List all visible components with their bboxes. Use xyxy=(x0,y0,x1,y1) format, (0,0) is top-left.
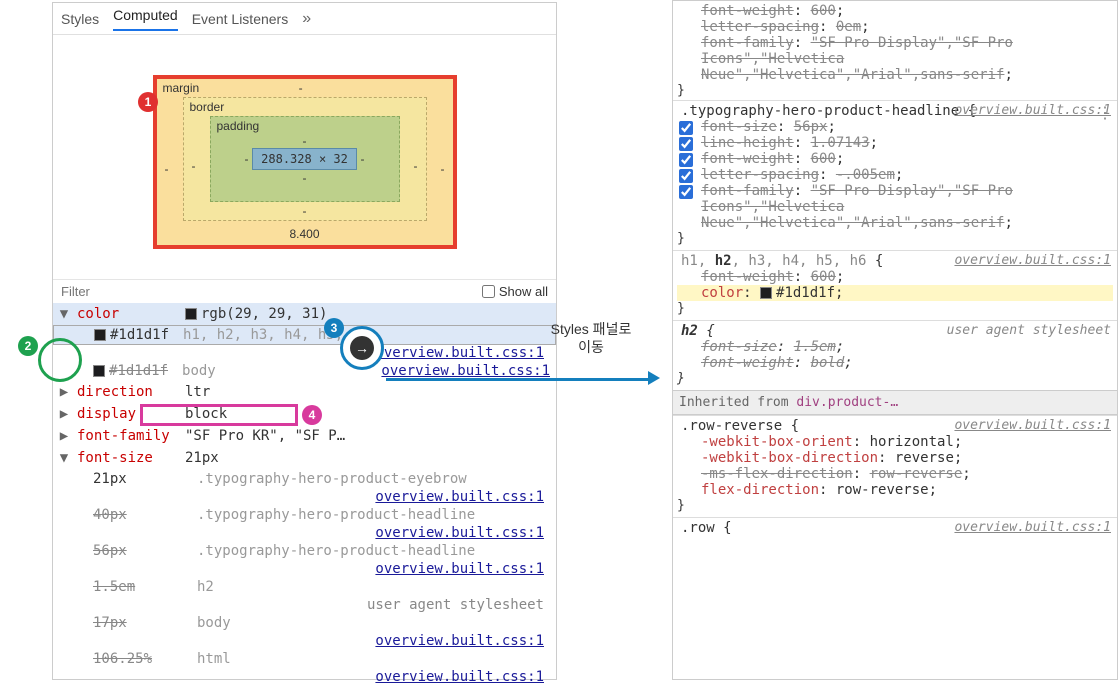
css-declaration[interactable]: letter-spacing: -.005em; xyxy=(677,167,1113,183)
ua-stylesheet-label: user agent stylesheet xyxy=(947,323,1111,338)
source-link[interactable]: overview.built.css:1 xyxy=(954,418,1111,433)
source-link[interactable]: overview.built.css:1 xyxy=(381,363,556,379)
css-declaration[interactable]: color: #1d1d1f; xyxy=(677,285,1113,301)
css-declaration[interactable]: font-size: 1.5em; xyxy=(677,339,1113,355)
css-declaration[interactable]: font-weight: 600; xyxy=(677,3,1113,19)
annotation-2: 2 xyxy=(18,336,38,356)
rule-row[interactable]: overview.built.css:1 .row { xyxy=(673,517,1117,540)
decl-toggle[interactable] xyxy=(679,185,693,199)
annotation-3: 3 xyxy=(324,318,344,338)
expand-icon[interactable]: ▼ xyxy=(53,450,75,466)
color-source-headings[interactable]: #1d1d1f h1, h2, h3, h4, h5, h6 xyxy=(53,325,556,345)
elements-subtabs: Styles Computed Event Listeners » xyxy=(53,3,556,35)
css-declaration[interactable]: -webkit-box-orient: horizontal; xyxy=(677,434,1113,450)
css-declaration[interactable]: font-family: "SF Pro Display","SF Pro Ic… xyxy=(677,183,1113,231)
font-size-source[interactable]: 106.25% html xyxy=(53,649,556,669)
decl-toggle[interactable] xyxy=(679,169,693,183)
css-declaration[interactable]: font-size: 56px; xyxy=(677,119,1113,135)
filter-input[interactable] xyxy=(61,284,474,299)
prop-font-size[interactable]: ▼ font-size 21px xyxy=(53,447,556,469)
source-link[interactable]: overview.built.css:1 xyxy=(954,103,1111,118)
font-size-source[interactable]: 1.5em h2 xyxy=(53,577,556,597)
prop-font-family[interactable]: ▶ font-family "SF Pro KR", "SF P… xyxy=(53,425,556,447)
css-declaration[interactable]: font-weight: 600; xyxy=(677,151,1113,167)
prop-direction[interactable]: ▶ direction ltr xyxy=(53,381,556,403)
rule-row-reverse[interactable]: overview.built.css:1 .row-reverse { -web… xyxy=(673,415,1117,517)
box-model-padding: padding - - 288.328 × 32 - - xyxy=(210,116,400,202)
box-model-border: border - - padding - - 288.328 × 32 - - xyxy=(183,97,427,221)
decl-toggle[interactable] xyxy=(679,137,693,151)
rule-truncated: font-weight: 600;letter-spacing: 0em;fon… xyxy=(673,1,1117,100)
box-model-content-size: 288.328 × 32 xyxy=(252,148,357,170)
annotation-4-box xyxy=(140,404,298,426)
inherited-element-link[interactable]: div.product-… xyxy=(796,395,898,410)
expand-icon[interactable]: ▼ xyxy=(53,306,75,322)
inherited-from-label: Inherited from div.product-… xyxy=(673,390,1117,415)
rule-headings[interactable]: overview.built.css:1 h1, h2, h3, h4, h5,… xyxy=(673,250,1117,320)
css-declaration[interactable]: flex-direction: row-reverse; xyxy=(677,482,1113,498)
css-declaration[interactable]: letter-spacing: 0em; xyxy=(677,19,1113,35)
box-model-diagram: margin - - - border - - padding - - 288 xyxy=(53,35,556,279)
source-link[interactable]: overview.built.css:1 xyxy=(954,253,1111,268)
tabs-more-icon[interactable]: » xyxy=(302,10,311,28)
decl-toggle[interactable] xyxy=(679,153,693,167)
css-declaration[interactable]: -ms-flex-direction: row-reverse; xyxy=(677,466,1113,482)
annotation-4: 4 xyxy=(302,405,322,425)
margin-bottom-value: 8.400 xyxy=(289,227,319,241)
margin-label: margin xyxy=(163,81,200,95)
expand-icon[interactable]: ▶ xyxy=(53,406,75,422)
border-label: border xyxy=(190,100,225,114)
font-size-source[interactable]: 17px body xyxy=(53,613,556,633)
rule-typography-headline[interactable]: ⋮ .typography-hero-product-headline { ov… xyxy=(673,100,1117,250)
source-link[interactable]: overview.built.css:1 xyxy=(375,345,550,361)
tab-event-listeners[interactable]: Event Listeners xyxy=(192,11,289,27)
decl-toggle[interactable] xyxy=(679,121,693,135)
box-model-margin: margin - - - border - - padding - - 288 xyxy=(153,75,457,249)
css-declaration[interactable]: font-weight: 600; xyxy=(677,269,1113,285)
padding-label: padding xyxy=(217,119,260,133)
css-declaration[interactable]: font-family: "SF Pro Display","SF Pro Ic… xyxy=(677,35,1113,83)
css-declaration[interactable]: -webkit-box-direction: reverse; xyxy=(677,450,1113,466)
tab-computed[interactable]: Computed xyxy=(113,7,178,31)
annotation-1: 1 xyxy=(138,92,158,112)
prop-color[interactable]: ▼ color rgb(29, 29, 31) xyxy=(53,303,556,325)
font-size-source[interactable]: 56px .typography-hero-product-headline xyxy=(53,541,556,561)
font-size-source[interactable]: 40px .typography-hero-product-headline xyxy=(53,505,556,525)
goto-styles-icon[interactable]: → xyxy=(350,336,374,360)
expand-icon[interactable]: ▶ xyxy=(53,428,75,444)
source-link[interactable]: overview.built.css:1 xyxy=(954,520,1111,535)
show-all-toggle[interactable]: Show all xyxy=(482,284,548,299)
annotation-3-circle: → xyxy=(340,326,384,370)
computed-properties: ▼ color rgb(29, 29, 31) #1d1d1f h1, h2, … xyxy=(53,303,556,685)
computed-filter-row: Show all xyxy=(53,279,556,303)
show-all-checkbox[interactable] xyxy=(482,285,495,298)
css-declaration[interactable]: font-weight: bold; xyxy=(677,355,1113,371)
annotation-2-circle xyxy=(38,338,82,382)
rule-h2-ua[interactable]: user agent stylesheet h2 { font-size: 1.… xyxy=(673,320,1117,390)
css-declaration[interactable]: line-height: 1.07143; xyxy=(677,135,1113,151)
expand-icon[interactable]: ▶ xyxy=(53,384,75,400)
font-size-source[interactable]: 21px .typography-hero-product-eyebrow xyxy=(53,469,556,489)
tab-styles[interactable]: Styles xyxy=(61,11,99,27)
